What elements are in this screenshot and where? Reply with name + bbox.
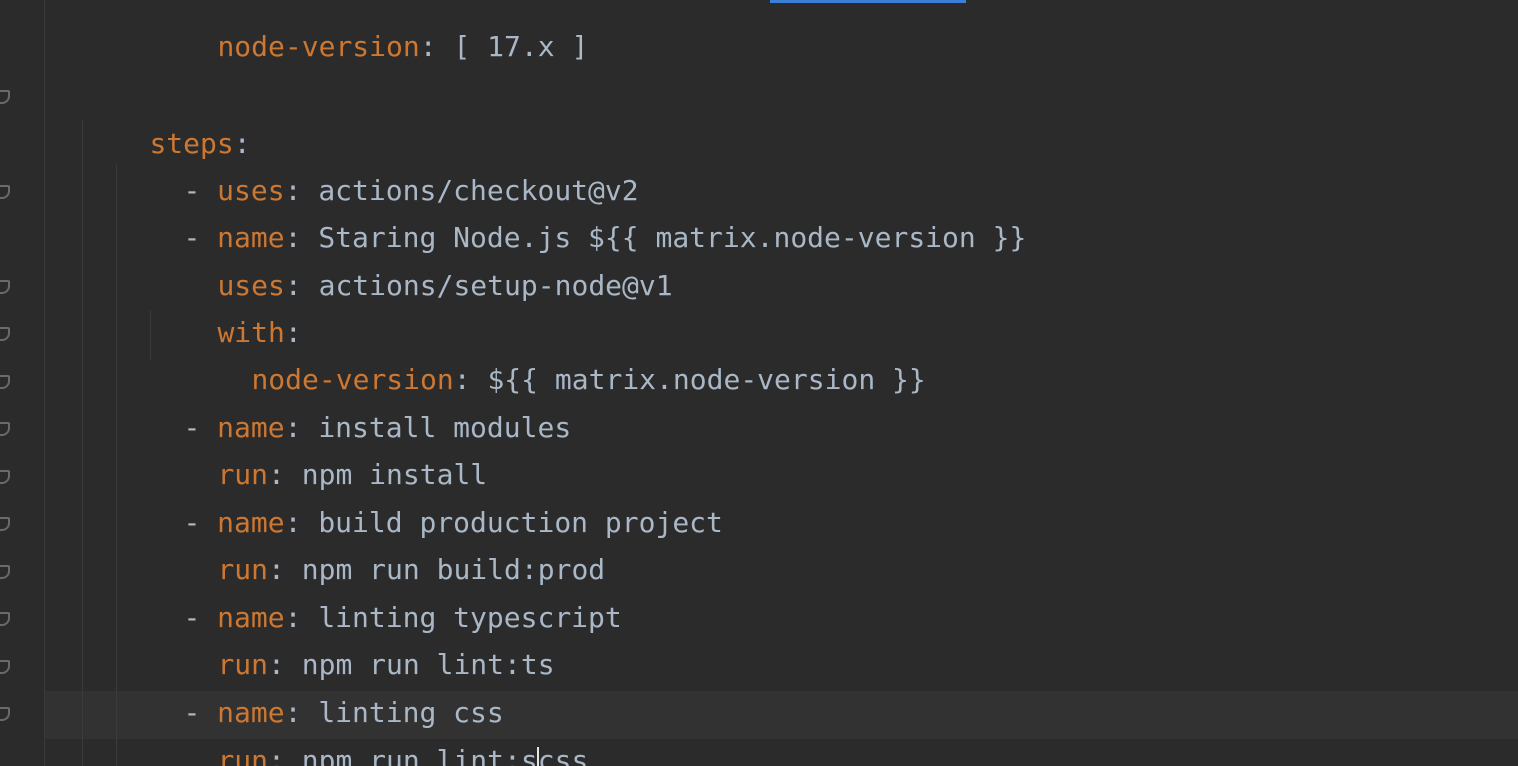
code-editor[interactable]: node-version: [ 17.x ] steps: - uses: ac… [0, 0, 1518, 766]
yaml-separator: : [268, 744, 302, 766]
fold-marker-icon[interactable] [0, 517, 10, 531]
fold-marker-icon[interactable] [0, 565, 10, 579]
code-line[interactable]: - name: build production project [116, 454, 722, 539]
yaml-separator: : [419, 30, 454, 63]
code-line[interactable]: - name: linting css [116, 644, 503, 729]
yaml-value: npm run lint:s [301, 744, 538, 766]
progress-indicator [770, 0, 966, 3]
code-line[interactable]: steps: [82, 75, 250, 160]
code-line-current[interactable]: run: npm run lint:scss [150, 692, 588, 766]
fold-marker-icon[interactable] [0, 660, 10, 674]
yaml-key: run [217, 744, 269, 766]
fold-marker-icon[interactable] [0, 707, 10, 721]
code-line[interactable]: - name: install modules [116, 359, 571, 444]
fold-marker-icon[interactable] [0, 280, 10, 294]
indent-guide [82, 120, 83, 766]
code-line[interactable]: node-version: ${{ matrix.node-version }} [184, 311, 925, 396]
fold-marker-icon[interactable] [0, 422, 10, 436]
code-line[interactable]: node-version: [ 17.x ] [150, 0, 588, 63]
fold-marker-icon[interactable] [0, 90, 10, 104]
yaml-value: [ 17.x ] [453, 30, 589, 63]
code-line[interactable]: - name: Staring Node.js ${{ matrix.node-… [116, 169, 1026, 254]
yaml-value: actions/setup-node@v1 [318, 269, 673, 302]
code-line[interactable]: uses: actions/setup-node@v1 [150, 217, 672, 302]
editor-gutter [0, 0, 45, 766]
code-line[interactable]: run: npm run build:prod [150, 501, 605, 586]
code-line[interactable]: run: npm install [150, 406, 487, 491]
yaml-key: node-version [217, 30, 420, 63]
code-line[interactable]: - name: linting typescript [116, 549, 621, 634]
fold-marker-icon[interactable] [0, 612, 10, 626]
fold-marker-icon[interactable] [0, 185, 10, 199]
fold-marker-icon[interactable] [0, 375, 10, 389]
fold-marker-icon[interactable] [0, 470, 10, 484]
fold-marker-icon[interactable] [0, 327, 10, 341]
code-line[interactable]: run: npm run lint:ts [150, 596, 554, 681]
code-line[interactable]: - uses: actions/checkout@v2 [116, 122, 638, 207]
code-line[interactable]: with: [150, 264, 301, 349]
yaml-value: css [537, 744, 589, 766]
